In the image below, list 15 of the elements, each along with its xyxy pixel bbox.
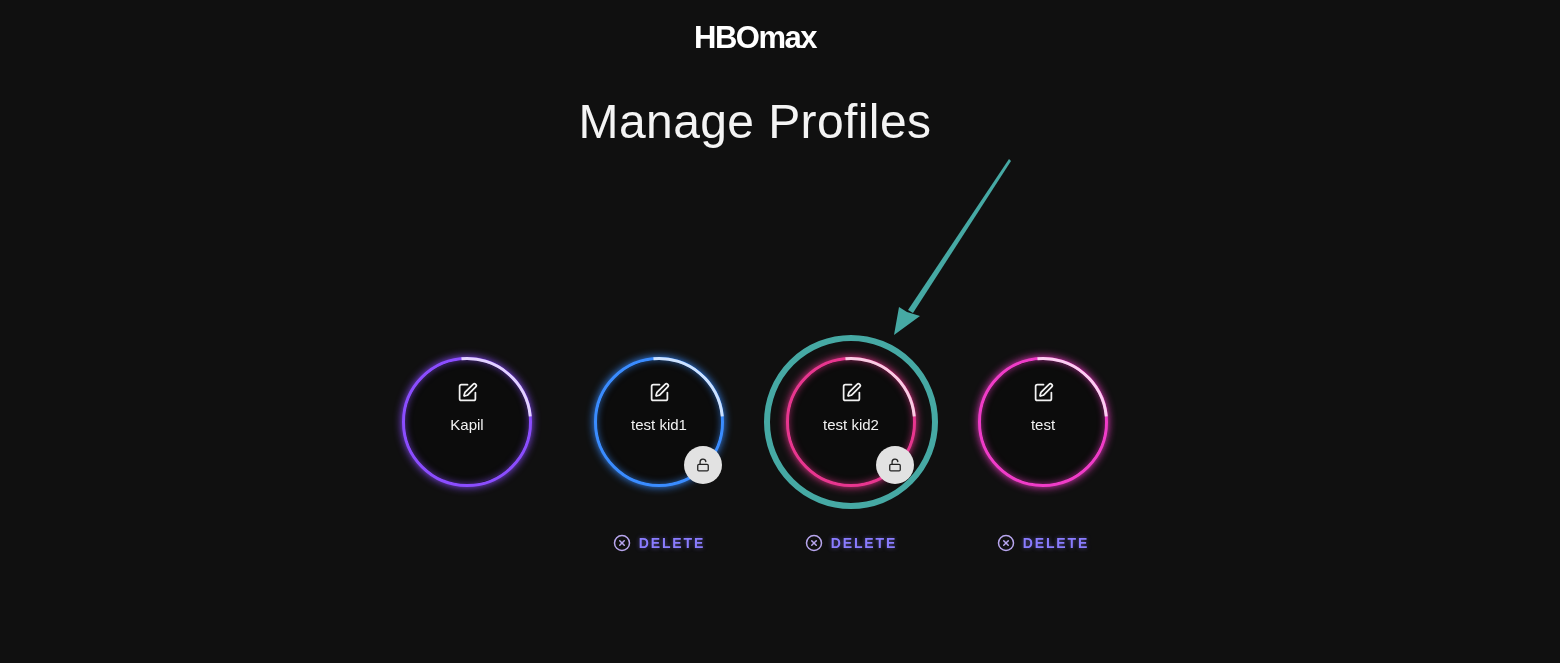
edit-icon <box>648 382 670 403</box>
edit-icon <box>1032 382 1054 403</box>
edit-icon <box>456 382 478 403</box>
close-circle-icon <box>996 534 1015 552</box>
page-title: Manage Profiles <box>578 94 932 150</box>
delete-button[interactable]: DELETE <box>804 534 898 552</box>
close-circle-icon <box>612 534 631 552</box>
delete-button[interactable]: DELETE <box>996 534 1090 552</box>
open-padlock-icon <box>696 458 710 472</box>
logo: HBOmax <box>694 24 816 52</box>
lock-button[interactable] <box>684 446 722 484</box>
open-padlock-icon <box>888 458 902 472</box>
edit-icon <box>840 382 862 403</box>
delete-button[interactable]: DELETE <box>612 534 706 552</box>
close-circle-icon <box>804 534 823 552</box>
